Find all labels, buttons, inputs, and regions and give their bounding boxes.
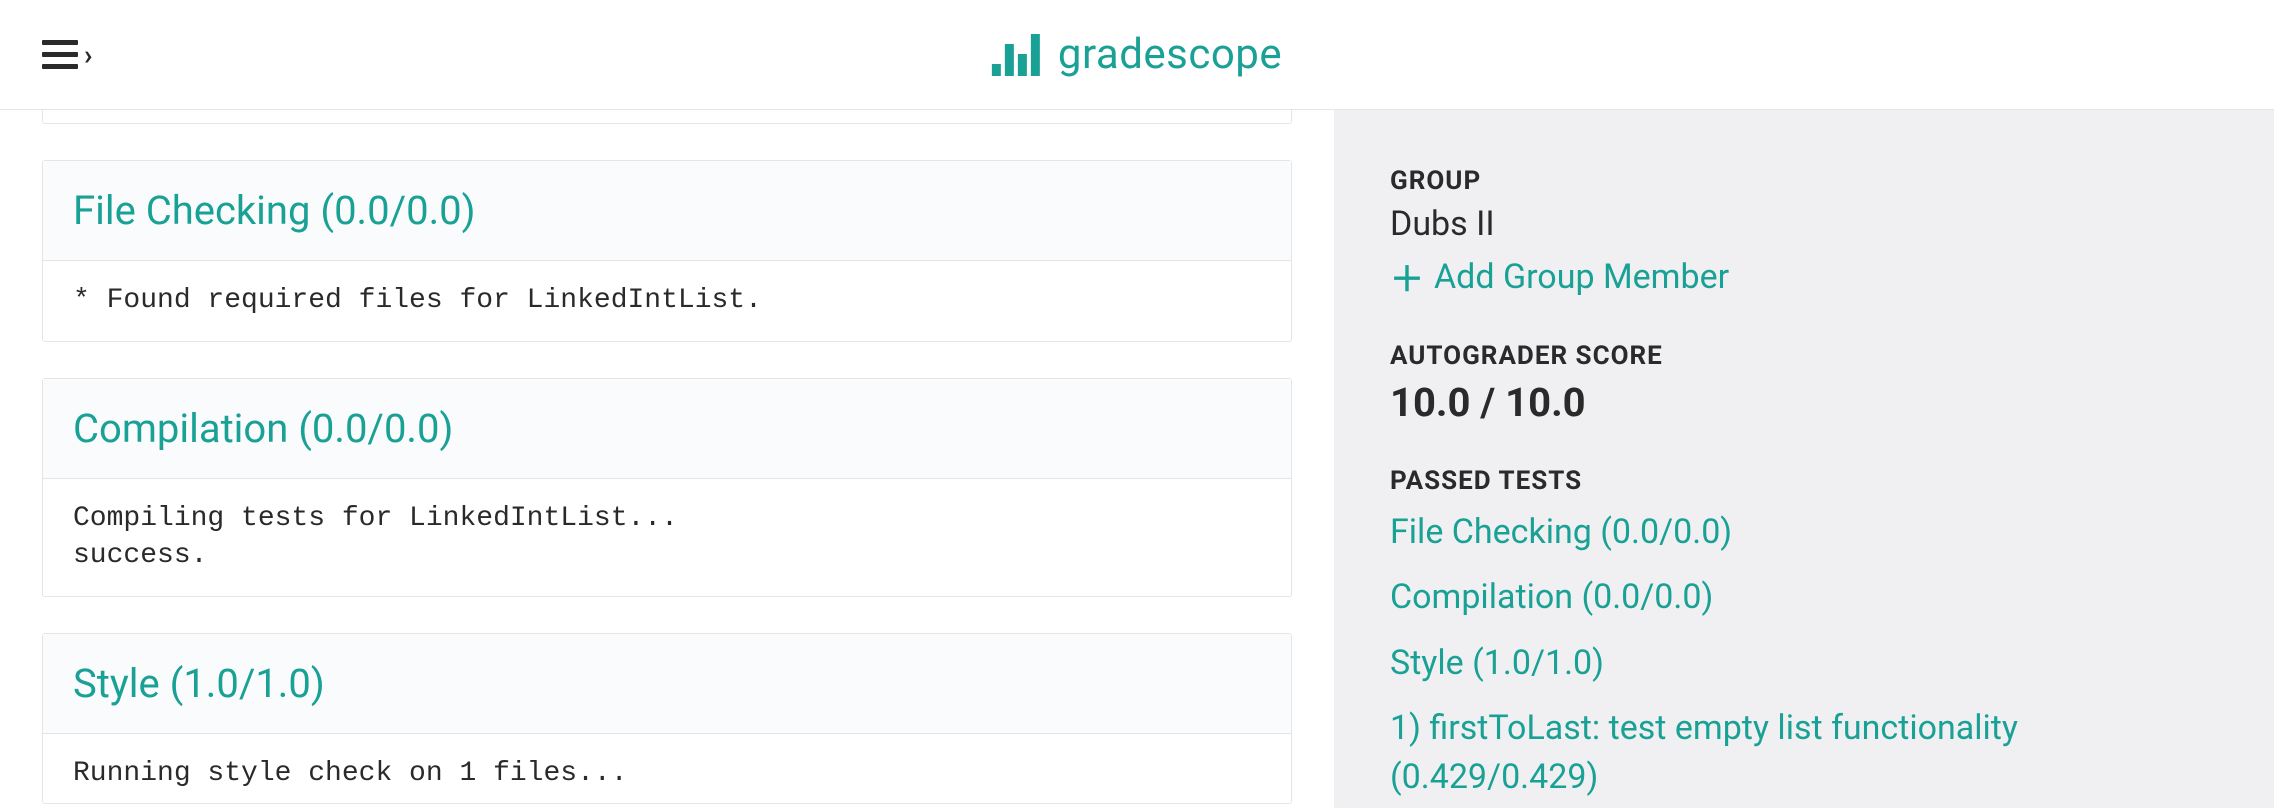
main-content: File Checking (0.0/0.0) * Found required… (0, 110, 1334, 808)
chevron-right-icon: › (84, 38, 92, 71)
passed-tests-heading: PASSED TESTS (1390, 466, 2218, 496)
test-card-compilation: Compilation (0.0/0.0) Compiling tests fo… (42, 378, 1292, 597)
test-output: * Found required files for LinkedIntList… (43, 261, 1291, 341)
test-card-style: Style (1.0/1.0) Running style check on 1… (42, 633, 1292, 803)
hamburger-icon (42, 40, 78, 69)
passed-test-link[interactable]: Compilation (0.0/0.0) (1390, 573, 2218, 622)
passed-tests-list: File Checking (0.0/0.0) Compilation (0.0… (1390, 508, 2218, 802)
test-title[interactable]: Style (1.0/1.0) (43, 634, 1291, 734)
menu-toggle[interactable]: › (42, 38, 92, 71)
add-group-member-label: Add Group Member (1434, 257, 1729, 297)
previous-card-edge (42, 110, 1292, 124)
test-card-file-checking: File Checking (0.0/0.0) * Found required… (42, 160, 1292, 342)
sidebar: GROUP Dubs II ＋ Add Group Member AUTOGRA… (1334, 110, 2274, 808)
passed-test-link[interactable]: File Checking (0.0/0.0) (1390, 508, 2218, 557)
bars-icon (992, 34, 1040, 76)
passed-test-link[interactable]: 1) firstToLast: test empty list function… (1390, 704, 2218, 803)
test-title[interactable]: Compilation (0.0/0.0) (43, 379, 1291, 479)
group-name: Dubs II (1390, 204, 2218, 244)
test-title[interactable]: File Checking (0.0/0.0) (43, 161, 1291, 261)
autograder-score: 10.0 / 10.0 (1390, 379, 2218, 426)
group-heading: GROUP (1390, 166, 2218, 196)
app-header: › gradescope (0, 0, 2274, 110)
add-group-member-link[interactable]: ＋ Add Group Member (1390, 252, 2218, 301)
passed-test-link[interactable]: Style (1.0/1.0) (1390, 639, 2218, 688)
autograder-heading: AUTOGRADER SCORE (1390, 341, 2218, 371)
test-output: Compiling tests for LinkedIntList... suc… (43, 479, 1291, 596)
brand-name: gradescope (1058, 30, 1282, 79)
test-output: Running style check on 1 files... (43, 734, 1291, 802)
brand-logo[interactable]: gradescope (992, 30, 1282, 79)
plus-icon: ＋ (1390, 252, 1424, 301)
